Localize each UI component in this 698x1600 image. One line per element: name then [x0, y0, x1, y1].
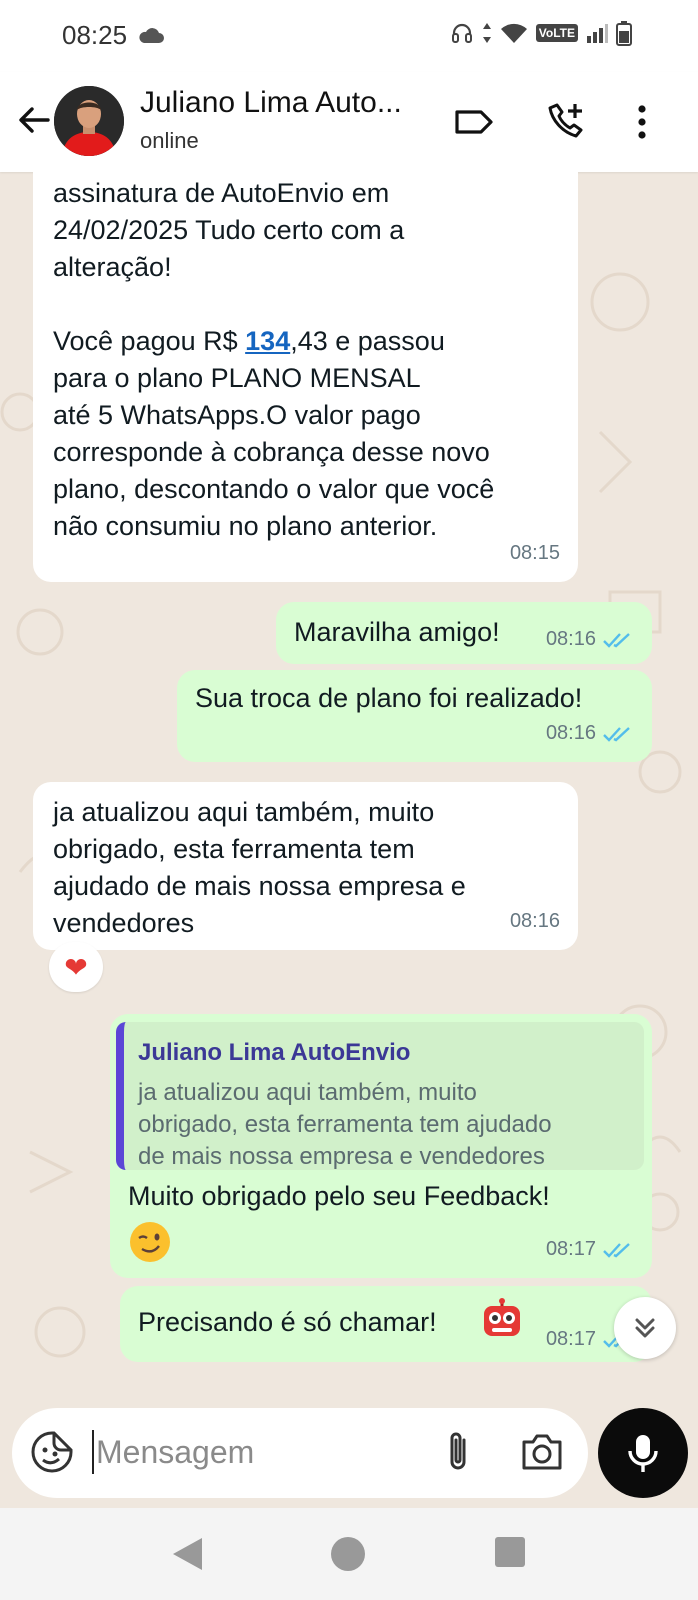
wifi-icon [500, 23, 527, 43]
message-text: Sua troca de plano foi realizado! [195, 683, 583, 713]
read-ticks-icon [603, 632, 630, 648]
system-nav-bar [0, 1508, 698, 1600]
message-time: 08:16 [545, 722, 596, 744]
battery-icon [616, 21, 632, 46]
sticker-icon[interactable] [30, 1430, 74, 1474]
read-ticks-icon [603, 1242, 630, 1258]
scroll-down-button[interactable] [614, 1297, 676, 1359]
quote-text: ja atualizou aqui também, muito obrigado… [138, 1079, 552, 1170]
robot-emoji-icon [484, 1298, 520, 1336]
message-outgoing-reply[interactable]: Juliano Lima AutoEnvio ja atualizou aqui… [110, 1014, 652, 1278]
nav-home-icon[interactable] [330, 1536, 366, 1572]
heart-icon: ❤ [64, 951, 88, 983]
quoted-message[interactable]: Juliano Lima AutoEnvio ja atualizou aqui… [116, 1022, 644, 1170]
message-incoming[interactable]: assinatura de AutoEnvio em 24/02/2025 Tu… [33, 172, 578, 582]
read-ticks-icon [603, 726, 630, 742]
message-input[interactable] [96, 1430, 396, 1474]
label-icon[interactable] [452, 100, 496, 144]
avatar-image [54, 86, 124, 156]
message-text: Maravilha amigo! [294, 617, 500, 647]
headphones-icon [451, 23, 472, 43]
message-text: Muito obrigado pelo seu Feedback! [128, 1181, 550, 1211]
signal-icon [587, 24, 608, 43]
volte-badge: VoLTE [535, 24, 578, 42]
amount-link[interactable]: 134 [245, 326, 290, 356]
scroll-down-icon [635, 1318, 655, 1338]
status-time: 08:25 [62, 20, 128, 50]
nav-recents-icon[interactable] [494, 1536, 526, 1568]
message-time: 08:17 [545, 1238, 596, 1260]
status-bar: 08:25 VoLTE [0, 0, 698, 72]
contact-name[interactable]: Juliano Lima Auto... [140, 86, 430, 120]
contact-status: online [140, 128, 199, 153]
cloud-icon [139, 28, 164, 43]
data-arrows-icon [482, 23, 491, 43]
quote-author: Juliano Lima AutoEnvio [138, 1039, 411, 1066]
message-composer [12, 1408, 588, 1498]
text-caret [92, 1430, 94, 1474]
message-time: 08:16 [545, 628, 596, 650]
message-time: 08:16 [509, 910, 560, 932]
mic-button[interactable] [598, 1408, 688, 1498]
message-meta: 08:17 [546, 1231, 634, 1268]
chat-area[interactable]: assinatura de AutoEnvio em 24/02/2025 Tu… [0, 172, 698, 1402]
system-icons: VoLTE [450, 20, 632, 46]
mic-icon [628, 1435, 658, 1472]
nav-back-icon[interactable] [170, 1536, 204, 1572]
message-text: Precisando é só chamar! [138, 1307, 437, 1337]
message-text: ja atualizou aqui também, muito obrigado… [53, 797, 466, 938]
message-meta: 08:15 [510, 535, 560, 572]
chat-header: Juliano Lima Auto... online [0, 72, 698, 172]
reaction-heart[interactable]: ❤ [49, 942, 103, 992]
message-meta: 08:16 [546, 715, 634, 752]
add-call-icon[interactable] [542, 100, 586, 144]
back-arrow-icon[interactable] [14, 100, 54, 140]
more-icon[interactable] [620, 100, 664, 144]
camera-icon[interactable] [518, 1430, 566, 1474]
wink-emoji-icon [130, 1222, 170, 1262]
message-outgoing[interactable]: Maravilha amigo! 08:16 [276, 602, 652, 664]
message-outgoing[interactable]: Sua troca de plano foi realizado! 08:16 [177, 670, 652, 762]
message-meta: 08:16 [546, 621, 634, 658]
message-incoming[interactable]: ja atualizou aqui também, muito obrigado… [33, 782, 578, 950]
message-meta: 08:16 [510, 903, 560, 940]
message-time: 08:17 [545, 1328, 596, 1350]
message-outgoing[interactable]: Precisando é só chamar! 08:17 [120, 1286, 652, 1362]
message-time: 08:15 [509, 542, 560, 564]
avatar[interactable] [54, 86, 124, 156]
message-text: assinatura de AutoEnvio em 24/02/2025 Tu… [53, 178, 495, 541]
attach-icon[interactable] [436, 1428, 480, 1476]
